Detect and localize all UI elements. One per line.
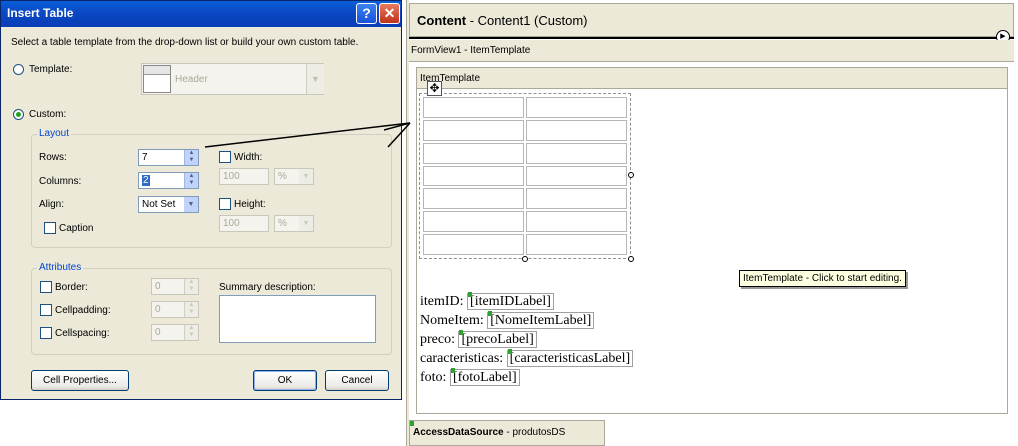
annotation-arrow [204,122,411,148]
